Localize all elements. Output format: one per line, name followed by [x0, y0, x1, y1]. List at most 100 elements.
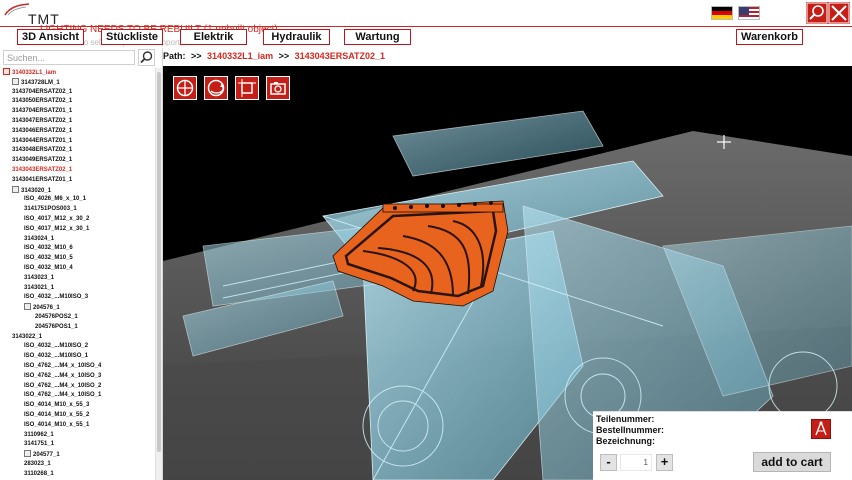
- tree-item[interactable]: 3143704ERSATZ02_1: [12, 88, 72, 97]
- tree-item[interactable]: 3143704ERSATZ01_1: [12, 107, 72, 116]
- bestellnummer-label: Bestellnummer:: [596, 425, 665, 435]
- tree-item[interactable]: 3143022_1: [12, 333, 42, 342]
- nav-elektrik[interactable]: Elektrik: [180, 29, 247, 45]
- tree-item[interactable]: ISO_4017_M12_x_30_1: [24, 225, 89, 234]
- nav-warenkorb[interactable]: Warenkorb: [736, 29, 803, 45]
- tree-item-label: 204576POS1_1: [35, 323, 78, 330]
- tree-item[interactable]: ISO_4014_M10_x_55_3: [24, 401, 89, 410]
- tree-item[interactable]: 3143043ERSATZ02_1: [12, 166, 72, 175]
- tree-item[interactable]: 3143049ERSATZ02_1: [12, 156, 72, 165]
- tree-item[interactable]: 3110962_1: [24, 431, 54, 440]
- nav-stueckliste[interactable]: Stückliste: [101, 29, 163, 45]
- tree-item-label: 283023_1: [24, 461, 51, 467]
- tree-item[interactable]: 3143024_1: [24, 235, 54, 244]
- technical-drawing-icon[interactable]: [811, 419, 831, 439]
- tree-item[interactable]: ISO_4032_...M10ISO_2: [24, 342, 88, 351]
- tree-item-label: ISO_4017_M12_x_30_1: [24, 225, 90, 232]
- search-input[interactable]: [3, 50, 135, 65]
- tree-item[interactable]: 3143020_1: [12, 185, 51, 195]
- tree-item-label: ISO_4017_M12_x_30_2: [24, 216, 90, 222]
- tree-item-label: 3143024_1: [24, 235, 55, 242]
- path-label: Path:: [163, 51, 186, 61]
- tree-item[interactable]: 3110268_1: [24, 470, 54, 479]
- breadcrumb-item-current[interactable]: 3143043ERSATZ02_1: [295, 51, 385, 61]
- tree-item-label: 3143041ERSATZ01_1: [12, 176, 73, 183]
- tree-item-label: 3143021_1: [24, 284, 55, 291]
- flag-usa-icon[interactable]: [738, 6, 760, 20]
- fit-view-icon[interactable]: [235, 76, 259, 100]
- nav-wartung[interactable]: Wartung: [344, 29, 411, 45]
- part-icon: [12, 77, 19, 85]
- tree-item[interactable]: 3141751POS003_1: [24, 205, 77, 214]
- tree-item-label: ISO_4762_...M4_x_10ISO_1: [24, 392, 102, 399]
- tree-item[interactable]: 3143021_1: [24, 284, 54, 293]
- tree-item-label: ISO_4762_...M4_x_10ISO_3: [24, 372, 102, 379]
- close-icon[interactable]: [828, 2, 850, 24]
- nav-3d-ansicht[interactable]: 3D Ansicht: [17, 29, 84, 45]
- add-to-cart-button[interactable]: add to cart: [753, 452, 831, 472]
- tree-item-label: ISO_4032_M10_5: [24, 255, 73, 262]
- tree-item[interactable]: ISO_4032_M10_4: [24, 264, 73, 273]
- tree-item[interactable]: 3141751_1: [24, 440, 54, 449]
- tree-item[interactable]: ISO_4032_...M10ISO_3: [24, 293, 88, 302]
- tree-item-label: ISO_4026_M6_x_10_1: [24, 196, 87, 203]
- breadcrumb-item-root[interactable]: 3140332L1_iam: [207, 51, 273, 61]
- tree-item[interactable]: ISO_4014_M10_x_55_1: [24, 421, 89, 430]
- tree-item[interactable]: ISO_4032_...M10ISO_1: [24, 352, 88, 361]
- tree-item[interactable]: 3143048ERSATZ02_1: [12, 146, 72, 155]
- tree-item-label: 3143049ERSATZ02_1: [12, 157, 73, 164]
- tree-item-label: 3141751_1: [24, 441, 55, 448]
- tree-scrollbar-thumb[interactable]: [157, 72, 161, 452]
- tree-item[interactable]: ISO_4032_M10_5: [24, 254, 73, 263]
- tree-item[interactable]: 283023_1: [24, 460, 51, 469]
- tree-item-label: 3143048ERSATZ02_1: [12, 147, 73, 154]
- tree-item[interactable]: 3143047ERSATZ02_1: [12, 117, 72, 126]
- tree-item-label: ISO_4762_...M4_x_10ISO_4: [24, 363, 102, 369]
- tree-item[interactable]: 204576POS2_1: [35, 313, 78, 322]
- tree-item[interactable]: ISO_4017_M12_x_30_2: [24, 215, 89, 224]
- search-button[interactable]: [138, 49, 155, 66]
- tree-item[interactable]: ISO_4762_...M4_x_10ISO_4: [24, 362, 101, 371]
- tree-item[interactable]: 3143041ERSATZ01_1: [12, 176, 72, 185]
- tree-item-label: 3140332L1_iam: [12, 70, 57, 76]
- view-front-icon[interactable]: [173, 76, 197, 100]
- tree-item-label: 3143046ERSATZ02_1: [12, 127, 73, 134]
- rotate-view-icon[interactable]: [204, 76, 228, 100]
- tree-scrollbar[interactable]: [155, 68, 162, 480]
- tree-item[interactable]: 204576POS1_1: [35, 323, 78, 332]
- tree-item-label: 3110962_1: [24, 431, 54, 438]
- tree-item[interactable]: 3143023_1: [24, 274, 54, 283]
- assembly-icon: [3, 68, 10, 75]
- tree-item[interactable]: 204577_1: [24, 450, 60, 459]
- tree-item[interactable]: ISO_4762_...M4_x_10ISO_2: [24, 382, 101, 391]
- breadcrumb: Path: >> 3140332L1_iam >> 3143043ERSATZ0…: [163, 48, 852, 66]
- tree-item[interactable]: 3140332L1_iam: [3, 68, 56, 77]
- camera-icon[interactable]: [266, 76, 290, 100]
- quantity-increase-button[interactable]: +: [656, 454, 673, 471]
- tree-item-label: ISO_4032_...M10ISO_2: [24, 343, 89, 350]
- tree-item[interactable]: ISO_4762_...M4_x_10ISO_3: [24, 372, 101, 381]
- tree-item[interactable]: 3143044ERSATZ01_1: [12, 137, 72, 146]
- tree-item[interactable]: 3143046ERSATZ02_1: [12, 127, 72, 136]
- tree-item[interactable]: ISO_4032_M10_6: [24, 244, 73, 253]
- search-icon: [140, 51, 153, 64]
- flag-germany-icon[interactable]: [711, 6, 733, 20]
- quantity-input[interactable]: [620, 454, 652, 471]
- nav-hydraulik[interactable]: Hydraulik: [263, 29, 330, 45]
- part-icon: [24, 303, 31, 311]
- tree-item[interactable]: 204576_1: [24, 303, 60, 312]
- tree-item[interactable]: ISO_4026_M6_x_10_1: [24, 195, 86, 204]
- tree-item-label: 204576_1: [33, 305, 60, 312]
- quantity-decrease-button[interactable]: -: [600, 454, 617, 471]
- tree-item-label: 3143047ERSATZ02_1: [12, 118, 73, 124]
- tree-item[interactable]: ISO_4014_M10_x_55_2: [24, 411, 89, 420]
- tree-item[interactable]: ISO_4762_...M4_x_10ISO_1: [24, 391, 101, 400]
- part-icon: [12, 185, 19, 193]
- tree-item[interactable]: 3143050ERSATZ02_1: [12, 97, 72, 106]
- parts-tree: 3140332L1_iam 3143728LM_1 3143704ERSATZ02_…: [0, 68, 155, 480]
- tree-item[interactable]: 3143728LM_1: [12, 77, 60, 87]
- magnify-icon[interactable]: [806, 2, 828, 24]
- parts-tree-sidebar: 3140332L1_iam 3143728LM_1 3143704ERSATZ02_…: [0, 48, 163, 480]
- tree-item-label: 204576POS2_1: [35, 314, 78, 320]
- breadcrumb-separator: >>: [191, 51, 202, 61]
